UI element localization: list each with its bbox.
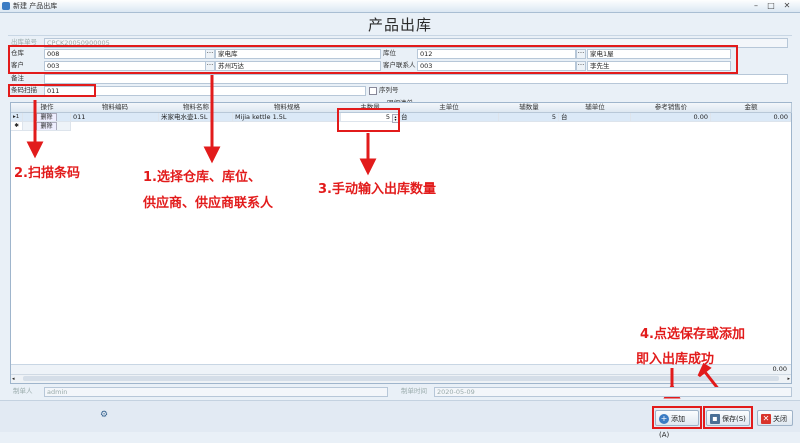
creator-field: admin bbox=[44, 387, 388, 397]
arrow-barcode-head bbox=[26, 141, 44, 159]
tool-icon[interactable]: ⚙ bbox=[100, 410, 108, 420]
creator-label: 制单人 bbox=[13, 387, 33, 395]
date-field: 2020-05-09 bbox=[434, 387, 792, 397]
annotation-box-save bbox=[703, 406, 753, 429]
annotation-step-1-line1: 1.选择仓库、库位、 bbox=[143, 170, 261, 185]
arrow-qty-head bbox=[359, 158, 377, 176]
annotation-step-2: 2.扫描条码 bbox=[14, 166, 80, 181]
annotation-step-4-line2: 即入出库成功 bbox=[636, 352, 715, 367]
annotation-step-3: 3.手动输入出库数量 bbox=[318, 182, 436, 197]
annotation-box-add bbox=[652, 406, 702, 429]
close-button-label: 关闭 bbox=[773, 415, 787, 423]
annotation-step-1-line2: 供应商、供应商联系人 bbox=[143, 196, 274, 211]
arrow-selection-head bbox=[203, 146, 221, 164]
annotation-step-4-line1: 4.点选保存或添加 bbox=[640, 327, 745, 342]
date-label: 制单时间 bbox=[401, 387, 427, 395]
close-button[interactable]: ✕ 关闭 bbox=[757, 410, 793, 426]
close-icon: ✕ bbox=[761, 414, 771, 424]
